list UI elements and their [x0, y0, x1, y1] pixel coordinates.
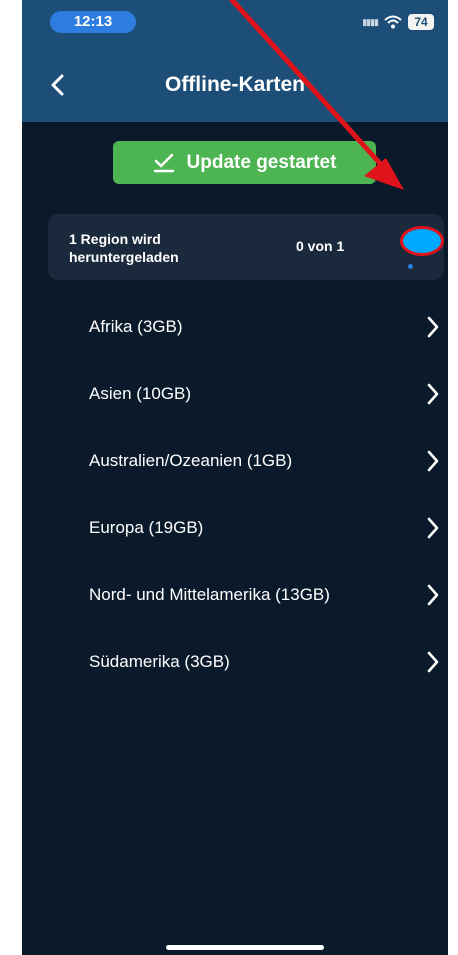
page-title: Offline-Karten: [164, 73, 305, 96]
status-icons: ▮▮▮▮ 74: [362, 14, 434, 30]
region-item-europa[interactable]: Europa (19GB): [22, 494, 448, 561]
region-item-suedamerika[interactable]: Südamerika (3GB): [22, 628, 448, 695]
update-button[interactable]: Update gestartet: [113, 141, 376, 184]
chevron-right-icon: [427, 316, 439, 338]
chevron-right-icon: [427, 584, 439, 606]
region-list: Afrika (3GB) Asien (10GB) Australien/Oze…: [22, 293, 448, 695]
home-indicator: [166, 945, 324, 950]
download-status-card[interactable]: 1 Region wird heruntergeladen 0 von 1: [48, 214, 444, 280]
region-label: Nord- und Mittelamerika (13GB): [89, 585, 330, 604]
download-status-text: 1 Region wird heruntergeladen: [69, 231, 179, 265]
download-count: 0 von 1: [296, 238, 345, 254]
region-item-asien[interactable]: Asien (10GB): [22, 360, 448, 427]
signal-icon: ▮▮▮▮: [362, 16, 379, 27]
region-label: Asien (10GB): [89, 384, 192, 403]
phone-screen: 12:13 ▮▮▮▮ 74 Offline-Karten Update gest…: [22, 0, 448, 955]
chevron-right-icon: [427, 450, 439, 472]
checkmark-icon: [153, 153, 174, 172]
download-progress-indicator[interactable]: [400, 226, 444, 256]
chevron-right-icon: [427, 651, 439, 673]
region-label: Südamerika (3GB): [89, 652, 230, 671]
battery-icon: 74: [408, 14, 434, 30]
region-item-nord-mittelamerika[interactable]: Nord- und Mittelamerika (13GB): [22, 561, 448, 628]
wifi-icon: [384, 15, 402, 29]
chevron-right-icon: [427, 517, 439, 539]
region-item-afrika[interactable]: Afrika (3GB): [22, 293, 448, 360]
page-dot: [408, 264, 413, 269]
region-label: Europa (19GB): [89, 518, 204, 537]
region-label: Australien/Ozeanien (1GB): [89, 451, 293, 470]
region-label: Afrika (3GB): [89, 317, 183, 336]
update-button-label: Update gestartet: [186, 151, 337, 173]
chevron-right-icon: [427, 383, 439, 405]
app-header: 12:13 ▮▮▮▮ 74 Offline-Karten: [22, 0, 448, 122]
status-time: 12:13: [50, 11, 136, 33]
region-item-australien-ozeanien[interactable]: Australien/Ozeanien (1GB): [22, 427, 448, 494]
